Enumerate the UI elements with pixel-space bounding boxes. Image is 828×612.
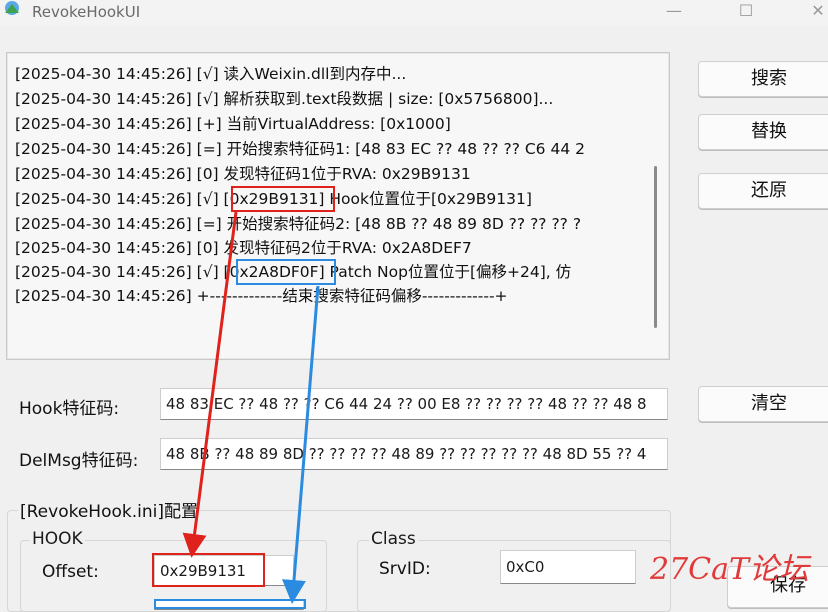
- annotation-arrows: [182, 211, 320, 604]
- red-arrow: [182, 211, 238, 558]
- watermark-text: 27CaT论坛: [650, 552, 810, 587]
- blue-arrow: [282, 285, 320, 604]
